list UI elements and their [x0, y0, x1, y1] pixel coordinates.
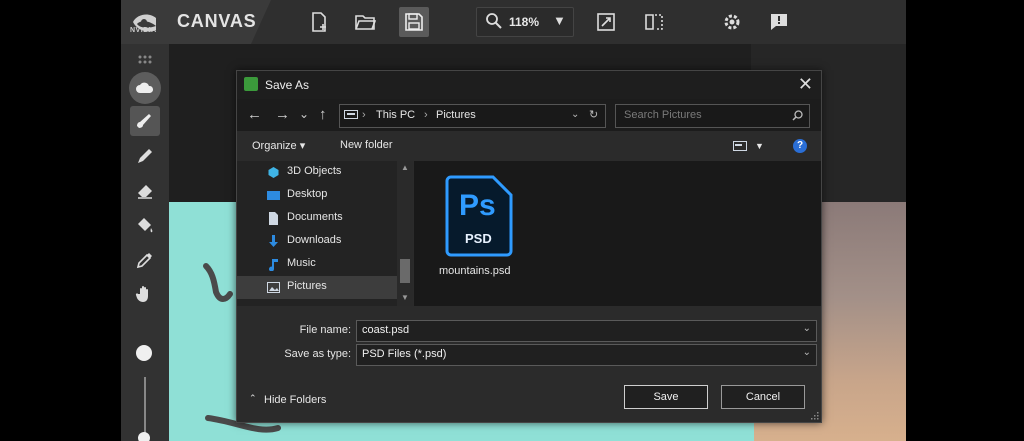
- open-folder-icon[interactable]: [352, 9, 378, 35]
- nvidia-wordmark: NVIDIA: [130, 27, 157, 34]
- new-file-icon[interactable]: [306, 9, 332, 35]
- up-arrow-icon[interactable]: ↑: [319, 106, 327, 123]
- search-icon: [792, 110, 803, 121]
- music-icon: [269, 259, 278, 271]
- top-toolbar: NVIDIA CANVAS 118% ▼: [121, 0, 906, 44]
- file-name-label[interactable]: mountains.psd: [439, 265, 511, 277]
- view-chevron-icon[interactable]: ▼: [755, 141, 764, 151]
- forward-arrow-icon[interactable]: →: [275, 106, 290, 123]
- hide-folders-label: Hide Folders: [264, 394, 327, 406]
- scroll-down-icon[interactable]: ▼: [401, 293, 409, 302]
- brush-size-slider-knob[interactable]: [138, 432, 150, 441]
- save-type-value: PSD Files (*.psd): [362, 348, 447, 360]
- view-options-icon[interactable]: [733, 141, 747, 151]
- 3d-objects-icon: [268, 167, 279, 178]
- dialog-title-bar[interactable]: Save As ✕: [237, 71, 821, 99]
- feedback-icon[interactable]: [766, 9, 792, 35]
- back-arrow-icon[interactable]: ←: [247, 106, 262, 123]
- cloud-tool[interactable]: [129, 72, 161, 104]
- file-name-field-label: File name:: [299, 324, 351, 336]
- navigation-pane: 3D Objects Desktop Documents Downloads M…: [237, 161, 413, 306]
- address-bar[interactable]: › This PC › Pictures ⌄ ↻: [339, 104, 606, 128]
- gear-icon[interactable]: [719, 9, 745, 35]
- app-icon: [244, 77, 258, 91]
- ps-badge: Ps: [459, 189, 496, 222]
- search-box[interactable]: Search Pictures: [615, 104, 810, 128]
- sidebar-item-label: Documents: [287, 211, 343, 223]
- brush-icon[interactable]: [130, 106, 160, 136]
- eyedropper-icon[interactable]: [130, 245, 160, 275]
- new-folder-button[interactable]: New folder: [340, 139, 393, 151]
- fill-icon[interactable]: [130, 210, 160, 240]
- sidebar-item-label: Pictures: [287, 280, 327, 292]
- file-type-label: PSD: [465, 231, 492, 246]
- organize-menu[interactable]: Organize ▾: [252, 139, 305, 152]
- brand-area: NVIDIA CANVAS: [121, 0, 271, 44]
- desktop-icon: [267, 191, 280, 200]
- search-icon: [486, 13, 502, 29]
- navigation-bar: ← → ⌄ ↑ › This PC › Pictures ⌄ ↻ Search …: [237, 99, 821, 131]
- left-toolbar: [121, 44, 169, 441]
- close-icon[interactable]: ✕: [798, 74, 813, 95]
- address-dropdown-icon[interactable]: ⌄: [571, 109, 579, 120]
- help-icon[interactable]: ?: [793, 139, 807, 153]
- sidebar-item-music[interactable]: Music: [237, 253, 397, 276]
- file-name-field[interactable]: coast.psd ⌄: [356, 320, 817, 342]
- cloud-icon: [136, 82, 154, 93]
- sidebar-item-3d-objects[interactable]: 3D Objects: [237, 161, 397, 184]
- mirror-icon[interactable]: [641, 9, 667, 35]
- chevron-down-icon[interactable]: ▼: [553, 13, 566, 28]
- file-name-value[interactable]: coast.psd: [362, 324, 409, 336]
- breadcrumb-this-pc[interactable]: This PC: [376, 109, 415, 121]
- navigation-pane-scrollbar[interactable]: ▲ ▼: [397, 161, 413, 306]
- command-bar: Organize ▾ New folder ▼ ?: [237, 131, 821, 161]
- sidebar-item-label: 3D Objects: [287, 165, 342, 177]
- dialog-title: Save As: [265, 78, 310, 92]
- eraser-icon[interactable]: [130, 175, 160, 205]
- sidebar-item-documents[interactable]: Documents: [237, 207, 397, 230]
- cancel-button[interactable]: Cancel: [721, 385, 805, 409]
- scrollbar-thumb[interactable]: [400, 259, 410, 283]
- save-button[interactable]: Save: [624, 385, 708, 409]
- breadcrumb-separator: ›: [362, 109, 366, 121]
- pictures-icon: [267, 282, 280, 293]
- sidebar-item-label: Music: [287, 257, 316, 269]
- chevron-down-icon[interactable]: ⌄: [803, 347, 811, 358]
- zoom-control[interactable]: 118% ▼: [476, 7, 574, 37]
- search-placeholder: Search Pictures: [624, 109, 702, 121]
- downloads-icon: [269, 235, 278, 247]
- breadcrumb-separator: ›: [424, 109, 428, 121]
- recent-locations-chevron-icon[interactable]: ⌄: [299, 107, 309, 121]
- file-item[interactable]: Ps PSD: [445, 173, 515, 257]
- sidebar-item-downloads[interactable]: Downloads: [237, 230, 397, 253]
- scroll-up-icon[interactable]: ▲: [401, 163, 409, 172]
- refresh-icon[interactable]: ↻: [589, 108, 598, 121]
- breadcrumb-pictures[interactable]: Pictures: [436, 109, 476, 121]
- save-type-select[interactable]: PSD Files (*.psd) ⌄: [356, 344, 817, 366]
- resize-grip-icon[interactable]: [811, 412, 819, 420]
- save-type-field-label: Save as type:: [284, 348, 351, 360]
- save-as-dialog: Save As ✕ ← → ⌄ ↑ › This PC › Pictures ⌄…: [236, 70, 822, 423]
- hand-icon[interactable]: [130, 279, 160, 309]
- pen-icon[interactable]: [130, 141, 160, 171]
- brush-size-indicator: [136, 345, 152, 361]
- sidebar-item-pictures[interactable]: Pictures: [237, 276, 397, 299]
- sidebar-item-label: Downloads: [287, 234, 342, 246]
- chevron-up-icon: ⌃: [249, 393, 257, 403]
- fit-view-icon[interactable]: [593, 9, 619, 35]
- file-list-pane: Ps PSD mountains.psd: [414, 161, 821, 306]
- documents-icon: [269, 212, 278, 225]
- zoom-value: 118%: [509, 15, 540, 29]
- dialog-footer: File name: coast.psd ⌄ Save as type: PSD…: [237, 306, 821, 422]
- save-icon[interactable]: [399, 7, 429, 37]
- sidebar-item-desktop[interactable]: Desktop: [237, 184, 397, 207]
- app-title: CANVAS: [177, 11, 257, 31]
- chevron-down-icon[interactable]: ⌄: [803, 323, 811, 334]
- sidebar-item-label: Desktop: [287, 188, 328, 200]
- this-pc-icon: [344, 110, 358, 119]
